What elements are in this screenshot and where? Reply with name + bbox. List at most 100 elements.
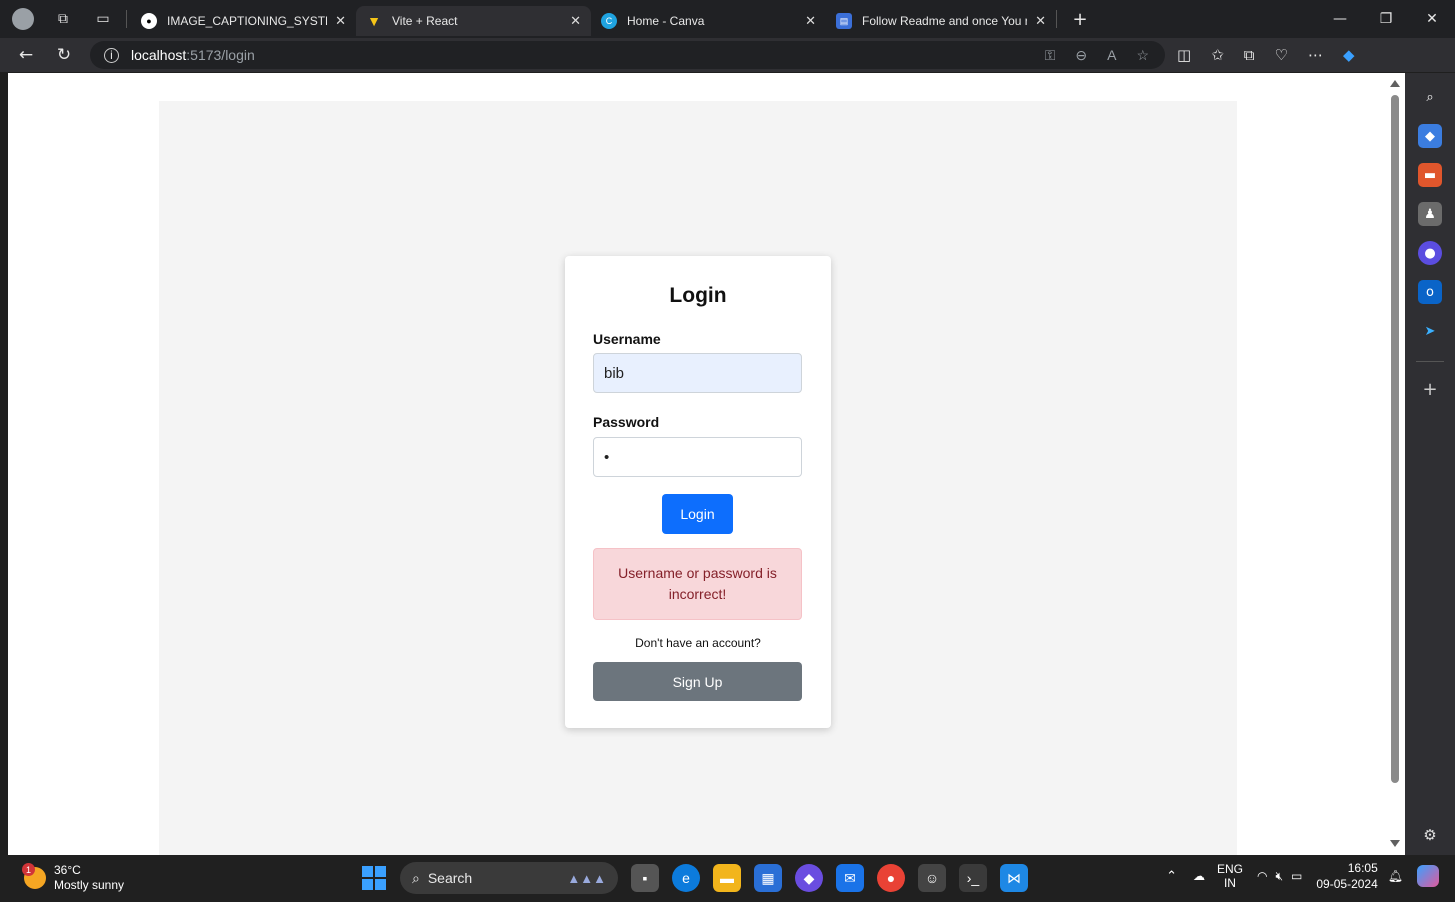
tab-title: Follow Readme and once You rea [862,14,1028,28]
scroll-up-icon[interactable] [1390,80,1400,87]
copilot-taskbar-icon[interactable] [1417,865,1439,887]
copilot-sidebar-icon[interactable]: ● [1418,241,1442,265]
url-host: localhost [131,47,187,63]
speaker-muted-icon[interactable]: 🔇︎ [1275,869,1283,884]
search-highlight-icon: ▲▲▲ [567,870,606,886]
copilot-icon[interactable]: ◆ [1343,46,1355,64]
linux-tux-icon[interactable]: ☺ [918,864,946,892]
login-card: Login Username bib Password • Login User… [565,256,831,728]
favorites-icon[interactable]: ✩ [1211,46,1224,64]
vite-icon: ▼ [367,13,381,29]
login-button[interactable]: Login [662,494,733,534]
scroll-thumb[interactable] [1391,95,1399,783]
login-title: Login [669,284,727,307]
collections-icon[interactable]: ⧉ [1244,46,1255,64]
window-controls: — ❐ ✕ [1317,0,1455,38]
battery-icon[interactable]: ▭ [1291,869,1302,883]
language-indicator[interactable]: ENG IN [1217,862,1243,890]
settings-gear-icon[interactable]: ⚙ [1418,823,1442,847]
weather-temp: 36°C [54,863,81,877]
mail-icon[interactable]: ✉ [836,864,864,892]
favorite-star-icon[interactable]: ☆ [1136,47,1149,64]
clock[interactable]: 16:05 09-05-2024 [1316,860,1377,892]
profile-avatar-icon[interactable] [8,4,38,34]
url-field[interactable]: i localhost:5173/login ⚿ ⊖ A ☆ [90,41,1165,69]
url-path: :5173/login [186,47,255,63]
shopping-tag-icon[interactable]: ◆ [1418,124,1442,148]
notification-bell-icon[interactable]: 🔔︎ [1388,869,1403,883]
tab-title: Home - Canva [627,14,705,28]
close-icon[interactable]: ✕ [1035,13,1046,29]
weather-desc: Mostly sunny [54,878,125,892]
app-icon: ▤ [836,13,852,29]
tab-actions-icon[interactable]: ▭ [88,4,118,34]
taskbar-apps: ⌕ Search ▲▲▲ ▪ e ▬ ▦ ◆ ✉ ● ☺ ›_ ⋈ [362,862,1028,894]
search-label: Search [427,870,473,886]
copilot-app-icon[interactable]: ◆ [795,864,823,892]
windows-taskbar: 1 36°C Mostly sunny ⌕ Search ▲▲▲ ▪ e ▬ ▦… [0,855,1455,902]
zoom-icon[interactable]: ⊖ [1075,47,1087,64]
edge-icon[interactable]: e [672,864,700,892]
system-tray: ⌃ ☁ ENG IN ◠ 🔇︎ ▭ 16:05 09-05-2024 🔔︎ [1166,860,1439,892]
signup-button[interactable]: Sign Up [593,662,802,701]
tab-title: Vite + React [392,14,458,28]
clock-date: 09-05-2024 [1316,877,1378,891]
close-icon[interactable]: ✕ [335,13,346,29]
tools-briefcase-icon[interactable]: ▬ [1418,163,1442,187]
error-alert: Username or password is incorrect! [593,548,802,620]
health-icon[interactable]: ♡ [1274,46,1287,64]
tab-github[interactable]: ● IMAGE_CAPTIONING_SYSTEM/RE ✕ [131,6,356,36]
github-icon: ● [141,13,157,29]
tab-readme[interactable]: ▤ Follow Readme and once You rea ✕ [826,6,1056,36]
wifi-icon[interactable]: ◠ [1257,869,1267,883]
refresh-icon[interactable]: ↻ [48,41,80,69]
clock-time: 16:05 [1347,861,1378,875]
search-icon[interactable]: ⌕ [1418,85,1442,109]
chevron-up-icon[interactable]: ⌃ [1166,868,1177,884]
tab-vite-react[interactable]: ▼ Vite + React ✕ [356,6,591,36]
terminal-icon[interactable]: ›_ [959,864,987,892]
more-icon[interactable]: ⋯ [1308,46,1323,64]
close-icon[interactable]: ✕ [805,13,816,29]
store-icon[interactable]: ▦ [754,864,782,892]
tab-canva[interactable]: C Home - Canva ✕ [591,6,826,36]
scrollbar[interactable] [1385,73,1405,855]
games-icon[interactable]: ♟ [1418,202,1442,226]
back-icon[interactable]: ← [10,41,42,69]
browser-toolbar: ◫ ✩ ⧉ ♡ ⋯ ◆ [1177,46,1354,64]
info-icon[interactable]: i [104,47,119,63]
taskbar-search[interactable]: ⌕ Search ▲▲▲ [400,862,618,894]
vscode-icon[interactable]: ⋈ [1000,864,1028,892]
read-aloud-icon[interactable]: A [1107,47,1116,64]
new-tab-icon[interactable]: + [1065,4,1095,34]
windows-start-icon[interactable] [362,866,386,890]
cloud-sync-icon[interactable]: ☁ [1193,869,1205,883]
chrome-icon[interactable]: ● [877,864,905,892]
file-explorer-icon[interactable]: ▬ [713,864,741,892]
minimize-icon[interactable]: — [1317,0,1363,38]
browser-tab-strip: ⧉ ▭ ● IMAGE_CAPTIONING_SYSTEM/RE ✕ ▼ Vit… [0,0,1455,38]
close-window-icon[interactable]: ✕ [1409,0,1455,38]
username-label: Username [593,331,661,347]
username-input[interactable]: bib [593,353,802,393]
split-screen-icon[interactable]: ◫ [1177,46,1191,64]
outlook-icon[interactable]: o [1418,280,1442,304]
task-view-icon[interactable]: ▪ [631,864,659,892]
telegram-icon[interactable]: ➤ [1418,319,1442,343]
sidebar-divider [1416,361,1444,362]
restore-icon[interactable]: ❐ [1363,0,1409,38]
close-icon[interactable]: ✕ [570,13,581,29]
password-input[interactable]: • [593,437,802,477]
password-key-icon[interactable]: ⚿ [1045,47,1056,64]
search-icon: ⌕ [412,869,420,886]
workspaces-icon[interactable]: ⧉ [48,4,78,34]
add-icon[interactable]: + [1418,377,1442,401]
sun-icon: 1 [22,863,46,889]
lang-bottom: IN [1223,876,1236,890]
lang-top: ENG [1216,862,1243,876]
canva-icon: C [601,13,617,29]
no-account-text: Don't have an account? [635,636,761,650]
scroll-down-icon[interactable] [1390,840,1400,847]
divider [1056,10,1057,28]
weather-widget[interactable]: 1 36°C Mostly sunny [22,863,125,893]
